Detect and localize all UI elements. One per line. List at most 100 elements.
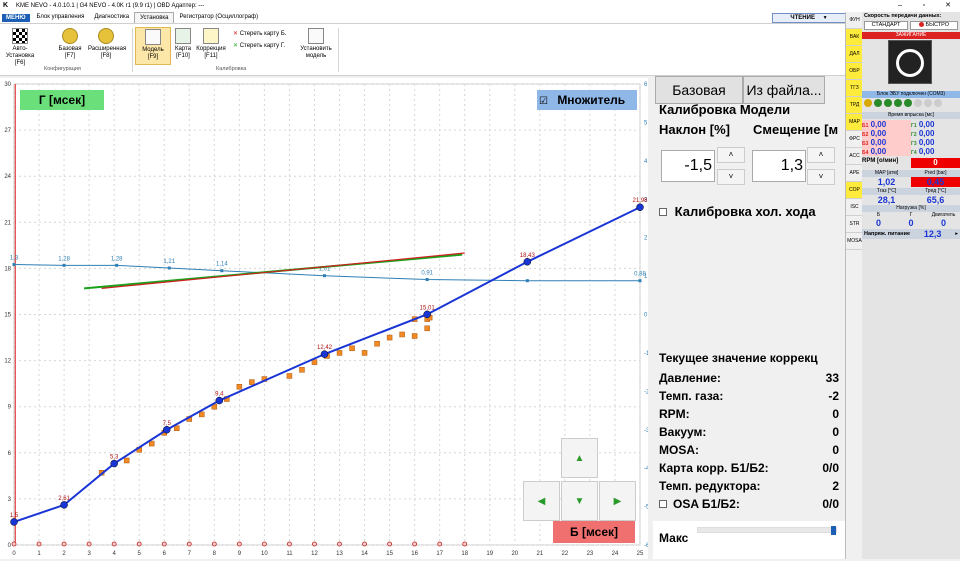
side-tab-obr[interactable]: ОБР: [846, 63, 863, 80]
max-slider-area: Макс: [653, 521, 845, 559]
y-left-tick-label: 18: [4, 266, 11, 272]
scatter-point: [411, 333, 418, 339]
side-tab-map[interactable]: МАР: [846, 114, 863, 131]
side-tab-dal[interactable]: ДАЛ: [846, 46, 863, 63]
x-tick-label: 10: [261, 551, 268, 557]
slope-down-button[interactable]: ˅: [717, 169, 745, 185]
inj-row: Б1 0,00 Г1 0,00: [862, 120, 935, 129]
tred-label: Тред [°C]: [911, 188, 960, 195]
ecu-connected-label: Блок ЭБУ подключен (СОМ3): [862, 91, 960, 98]
correction-key: [F11]: [204, 53, 218, 59]
x-tick-label: 0: [12, 551, 16, 557]
arrow-right-button[interactable]: ▶: [599, 481, 636, 521]
g-axis-button[interactable]: Г [мсек]: [20, 90, 104, 110]
config-group-label: Конфигурация: [44, 66, 81, 72]
tab-diagnostics[interactable]: Диагностика: [89, 12, 134, 23]
max-slider-thumb[interactable]: [831, 526, 836, 535]
load-engine-value: 0: [940, 218, 946, 228]
led-icon: [934, 99, 942, 107]
y-right-tick-label: 5: [644, 120, 648, 126]
tab-ecu[interactable]: Блок управления: [32, 12, 90, 23]
arrow-left-icon: ◀: [537, 496, 546, 507]
gear-icon: [62, 28, 78, 44]
correction-label: Коррекция: [196, 46, 226, 52]
b-axis-button[interactable]: Б [мсек]: [553, 521, 635, 543]
multiplier-point: [525, 279, 529, 283]
set-model-button[interactable]: Установить модель: [296, 27, 336, 65]
rpm-row: RPM [о/мин] 0: [862, 158, 960, 168]
inj-row: Б2 0,00 Г2 0,00: [862, 129, 935, 138]
model-point: [162, 426, 171, 434]
side-tab-trd[interactable]: ТРД: [846, 97, 863, 114]
slope-input[interactable]: -1,5: [661, 150, 715, 182]
fast-speed-button[interactable]: БЫСТРО: [910, 21, 958, 30]
arrow-left-button[interactable]: ◀: [523, 481, 560, 521]
correction-button[interactable]: Коррекция [F11]: [193, 27, 229, 65]
offset-down-button[interactable]: ˅: [807, 169, 835, 185]
bottom-marker: [312, 541, 317, 547]
erase-b-map-button[interactable]: ✕ Стереть карту Б.: [233, 30, 286, 37]
multiplier-point-label: 0,91: [421, 271, 433, 277]
y-right-tick-label: -4: [644, 466, 648, 472]
slope-up-button[interactable]: ˄: [717, 147, 745, 163]
model-point-label: 12,42: [317, 345, 333, 351]
side-tab-cop[interactable]: СОР: [846, 182, 863, 199]
max-slider[interactable]: [697, 526, 837, 535]
multiplier-toggle[interactable]: ☑ Множитель: [537, 90, 637, 110]
osa-checkbox[interactable]: [659, 500, 667, 508]
side-tab-isc[interactable]: ISC: [846, 199, 863, 216]
multiplier-point-label: 1,21: [163, 259, 175, 265]
map-value: 1,02: [877, 177, 896, 187]
tab-installation[interactable]: Установка: [134, 12, 175, 23]
base-button[interactable]: Базовая: [655, 76, 743, 104]
y-right-tick-label: -6: [644, 543, 648, 549]
main-menu-button[interactable]: МЕНЮ: [2, 14, 30, 22]
side-tab-acc[interactable]: АСС: [846, 148, 863, 165]
auto-install-key: [F6]: [14, 60, 26, 66]
multiplier-checkbox[interactable]: ☑: [539, 96, 548, 107]
ribbon-separator: [132, 28, 133, 72]
extended-config-key: [F8]: [100, 53, 112, 59]
close-button[interactable]: ✕: [936, 0, 960, 12]
erase-g-map-button[interactable]: ✕ Стереть карту Г.: [233, 42, 285, 49]
extended-config-button[interactable]: Расширенная [F8]: [88, 27, 126, 65]
multiplier-point-label: 1,28: [111, 256, 123, 262]
arrow-down-button[interactable]: ▼: [561, 481, 598, 521]
side-tab-tgz[interactable]: ТГЗ: [846, 80, 863, 97]
side-tab-ape[interactable]: АРЕ: [846, 165, 863, 182]
voltage-expand-icon[interactable]: ▸: [955, 231, 958, 237]
read-button[interactable]: ЧТЕНИЕ ▼: [772, 13, 846, 23]
side-tab-mosa[interactable]: MOSA: [846, 233, 863, 250]
side-tab-str[interactable]: STR: [846, 216, 863, 233]
model-point: [423, 310, 431, 319]
offset-up-button[interactable]: ˄: [807, 147, 835, 163]
base-config-button[interactable]: Базовая [F7]: [52, 27, 88, 65]
x-tick-label: 13: [336, 551, 343, 557]
led-row: [864, 99, 960, 109]
injection-title: Время впрыска [мс]: [862, 112, 960, 119]
side-tab-vac[interactable]: ВАК: [846, 29, 863, 46]
calibration-chart[interactable]: 0 1 2 3 4 5 6 7 8 9 10 11 12 13 14 15 16 17 18 19 20 21 22 23 24…: [0, 78, 650, 559]
from-file-button[interactable]: Из файла...: [743, 76, 825, 104]
slope-label: Наклон [%]: [659, 122, 730, 137]
scatter-point: [374, 340, 380, 347]
side-tab-fun[interactable]: ФУН: [846, 12, 863, 29]
minimize-button[interactable]: –: [888, 0, 912, 12]
scatter-point: [336, 350, 343, 356]
arrow-up-button[interactable]: ▲: [561, 438, 598, 478]
y-right-tick-label: -2: [644, 389, 648, 395]
idle-checkbox[interactable]: [659, 208, 667, 216]
model-point: [215, 396, 224, 405]
auto-install-button[interactable]: Авто-Установка [F6]: [2, 27, 38, 66]
idle-calibration-toggle[interactable]: Калибровка хол. хода: [659, 204, 816, 219]
speed-title: Скорость передачи данных:: [864, 13, 942, 19]
side-tab-frs[interactable]: ФРС: [846, 131, 863, 148]
maximize-button[interactable]: ▫: [912, 0, 936, 12]
standard-speed-button[interactable]: СТАНДАРТ: [864, 21, 908, 30]
model-point: [636, 203, 644, 211]
multiplier-point: [62, 263, 66, 267]
scatter-point: [386, 334, 393, 341]
multiplier-point: [425, 278, 429, 282]
tab-recorder[interactable]: Регистратор (Осциллограф): [174, 12, 263, 23]
offset-input[interactable]: 1,3: [752, 150, 806, 182]
